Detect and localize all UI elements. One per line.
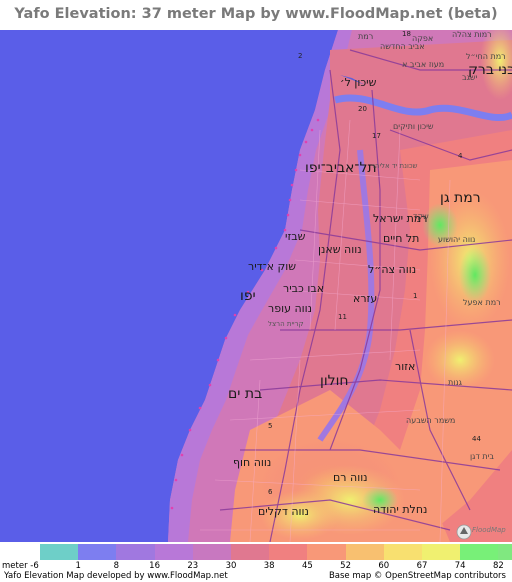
label-azor: אזור [395, 360, 416, 373]
legend-tick: 16 [149, 561, 161, 571]
legend-swatch [383, 544, 422, 560]
route-label-6: 6 [268, 488, 273, 496]
label-neve-ram: נווה רם [333, 471, 368, 484]
legend-tick: 38 [263, 561, 275, 571]
legend-tick: 30 [225, 561, 237, 571]
page-title: Yafo Elevation: 37 meter Map by www.Floo… [14, 6, 498, 22]
label-ganot: גנות [448, 378, 462, 387]
credit-left: Yafo Elevation Map developed by www.Floo… [4, 571, 228, 581]
legend-swatch [116, 544, 155, 560]
label-neve-hof: נווה חוף [233, 456, 272, 469]
label-ramat-tzahala: רמות צהלה [452, 30, 492, 39]
credit-right: Base map © OpenStreetMap contributors [328, 571, 506, 581]
label-shavei: שבזי [285, 230, 306, 243]
label-kiryat: קריית הרצל [268, 320, 304, 328]
logo-text: FloodMap [472, 526, 506, 534]
legend-swatch [345, 544, 384, 560]
label-tel-aviv: תל־אביב־יפו [305, 160, 377, 176]
label-neve-shaanan: נווה שאנן [318, 243, 362, 256]
elevation-map[interactable]: תל־אביב־יפו רמת גן בני ברק בת ים חולון י… [0, 30, 512, 542]
label-neve-tzahal: נווה צה״ל [368, 263, 417, 276]
label-neve-dekalim: נווה דקלים [258, 505, 309, 518]
label-tel-haim: תל חיים [383, 232, 420, 245]
legend-swatch [192, 544, 231, 560]
legend-unit-label: meter -6 [2, 561, 39, 571]
route-label-11: 11 [338, 313, 347, 321]
label-neve-ofer: נווה עופר [268, 302, 313, 315]
label-ramat-aviv: רמת [358, 32, 374, 41]
legend-tick: 82 [492, 561, 504, 571]
label-shikun-vatikim: שיכון ותיקים [393, 122, 434, 131]
route-label-18: 18 [402, 30, 411, 38]
label-afeka: אפקה [412, 34, 434, 43]
label-shikun-lamed: שיכון ל׳ [340, 76, 377, 89]
legend-swatch [40, 544, 79, 560]
legend-tick: 52 [340, 561, 352, 571]
route-label-17: 17 [372, 132, 381, 140]
floodmap-logo: FloodMap [456, 522, 506, 542]
label-ramat-efal: רמת אפעל [463, 298, 501, 307]
route-label-2: 2 [298, 52, 303, 60]
legend-swatch [421, 544, 461, 560]
legend-tick: 45 [301, 561, 313, 571]
label-yafo: יפו [240, 288, 256, 304]
label-ramat-hahayal: רמת החי״ל [466, 52, 506, 61]
label-bat-yam: בת ים [228, 386, 263, 402]
label-avivim: אביב החדשה [380, 42, 425, 51]
legend-color-bar [40, 544, 512, 560]
legend-swatch [498, 544, 512, 560]
label-shuk: שוק א־דיר [248, 260, 297, 273]
label-yisgav: ישגב [462, 73, 478, 82]
legend-tick: 1 [75, 561, 81, 571]
route-label-20: 20 [358, 105, 367, 113]
legend-swatch [269, 544, 308, 560]
legend-tick: 8 [113, 561, 120, 571]
label-ezra: עזרא [353, 292, 378, 305]
label-ramat-gan: רמת גן [440, 190, 481, 206]
label-mishmar: משמר השבעה [406, 416, 456, 425]
label-beit-dagan: בית דגן [470, 452, 495, 461]
label-ma-ot: מעוז אביב א [402, 60, 445, 69]
label-neve-yehoshua: נווה יהושוע [438, 235, 476, 244]
legend-tick: 67 [416, 561, 428, 571]
legend-tick: 23 [187, 561, 199, 571]
legend-tick: 74 [454, 561, 466, 571]
route-label-4: 4 [458, 152, 463, 160]
legend-tick: 60 [378, 561, 390, 571]
legend-swatch [154, 544, 193, 560]
route-label-5: 5 [268, 422, 273, 430]
label-nahalat-yehuda: נחלת יהודה [373, 503, 428, 516]
elevation-legend: meter -6 1 8 16 23 30 38 45 52 60 67 74 82 Yafo Ele… [0, 542, 512, 582]
legend-swatch [460, 544, 499, 560]
route-label-44: 44 [472, 435, 481, 443]
credits-bar: Yafo Elevation Map developed by www.Floo… [0, 571, 512, 582]
label-holon: חולון [320, 373, 349, 389]
label-abu-kabir: אבו כביר [283, 282, 325, 295]
legend-swatch [230, 544, 270, 560]
legend-swatch [307, 544, 346, 560]
route-label-1: 1 [413, 292, 418, 300]
label-shaked: שקד [413, 212, 429, 221]
label-sheikh: שכונת יד אליהו [373, 162, 418, 170]
legend-swatch [78, 544, 117, 560]
